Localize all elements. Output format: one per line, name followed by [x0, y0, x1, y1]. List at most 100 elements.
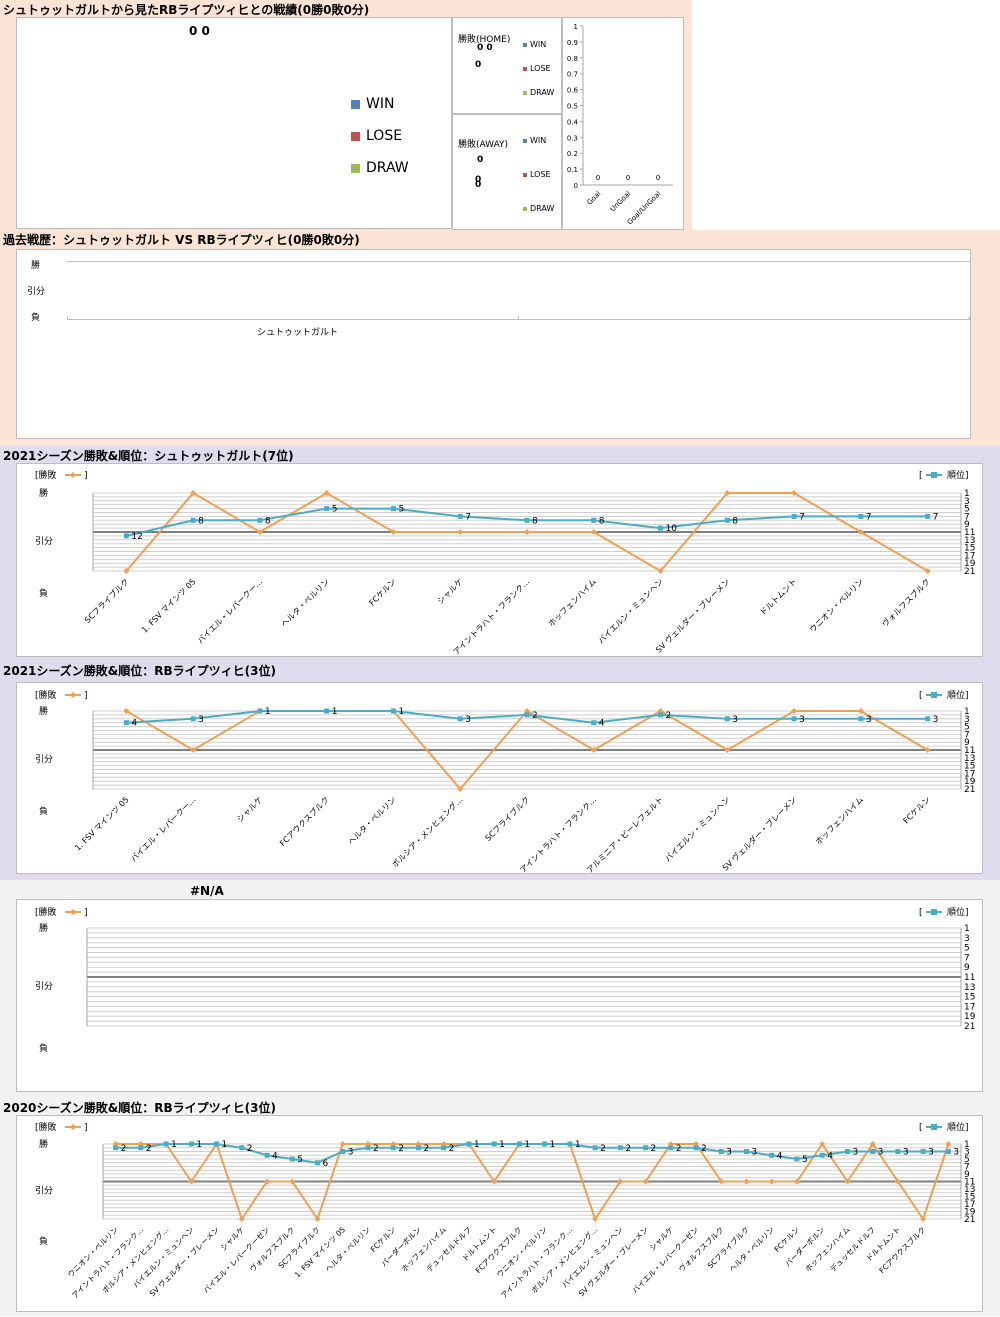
section-title: #N/A — [190, 884, 224, 898]
rank-point — [188, 1141, 194, 1147]
rank-data-label: 1 — [332, 707, 338, 717]
legend-lose: LOSE — [351, 128, 402, 144]
rank-data-label: 2 — [532, 711, 538, 721]
rank-legend-bracket: [ — [919, 908, 923, 918]
leipzig-2020-section: 2020シーズン勝敗&順位：RBライプツィヒ(3位) 1 3 5 7 9 11 13 15 17… — [0, 1098, 1000, 1316]
rank-point — [920, 1149, 926, 1154]
section-title: 2021シーズン勝敗&順位：RBライプツィヒ(3位) — [3, 664, 276, 678]
rank-data-label: 3 — [465, 715, 471, 725]
rank-legend-marker — [931, 1124, 937, 1130]
home-record-panel: 勝敗(HOME) 0 0 0 WIN LOSE DRAW — [452, 17, 562, 114]
rank-point — [524, 712, 530, 718]
rank-point — [123, 533, 129, 539]
rank-legend-bracket: [ — [919, 1123, 923, 1133]
rank-point — [390, 1145, 396, 1151]
win-axis-label: 勝 — [39, 1138, 48, 1150]
lose-marker-icon — [523, 172, 527, 177]
x-category-label: デュッセルドルフ — [828, 1224, 877, 1273]
rank-tick-label: 5 — [964, 944, 970, 954]
x-category-label: FCアウクスブルク — [877, 1224, 928, 1275]
rank-point — [466, 1141, 472, 1147]
rank-data-label: 2 — [449, 1144, 455, 1154]
rank-data-label: 8 — [732, 516, 738, 526]
rank-tick-label: 3 — [964, 934, 970, 944]
rank-data-label: 3 — [928, 1148, 934, 1158]
rank-point — [718, 1149, 724, 1154]
rank-data-label: 1 — [265, 707, 271, 717]
result-legend-label: [勝敗 — [35, 689, 57, 701]
away-value-1: 0 — [477, 155, 484, 165]
leipzig-2020-panel: 1 3 5 7 9 11 13 15 17 19 21 勝引分負 [勝敗][順位] 2 2 1 1 1 2 4 5 6 3 2… — [16, 1115, 983, 1312]
rank-data-label: 5 — [802, 1155, 808, 1165]
rank-legend-bracket: [ — [919, 691, 923, 701]
win-marker-icon — [351, 99, 360, 109]
x-category-label: ヘルタ・ベルリン — [279, 577, 331, 629]
x-category-label: シャルケ — [235, 795, 264, 824]
rank-tick-label: 21 — [964, 1022, 975, 1032]
leipzig-2020-chart: 13579111315171921勝引分負[勝敗][順位]2 2 1 1 1 24 5 63 2… — [35, 1121, 976, 1300]
away-record-panel: 勝敗(AWAY) 0 0 0 WIN LOSE DRAW — [452, 114, 562, 230]
data-label: 0 — [656, 174, 660, 182]
rank-point — [925, 513, 931, 519]
rank-tick-label: 13 — [964, 983, 975, 993]
x-category-label: ヘルタ・ベルリン — [346, 795, 398, 847]
rank-tick-label: 1 — [964, 924, 970, 934]
leipzig-2021-panel: 1 3 5 7 9 11 13 15 17 19 21 勝引分負 [勝敗][順位] 4 3 1 1 1 3 2 4 2 3 3… — [16, 682, 983, 875]
rank-data-label: 3 — [878, 1148, 884, 1158]
rank-tick-label: 15 — [964, 993, 975, 1003]
lose-axis-label: 負 — [39, 805, 48, 817]
result-legend-bracket: ] — [84, 908, 88, 918]
rank-data-label: 1 — [499, 1140, 505, 1150]
win-axis-label: 勝 — [39, 705, 48, 717]
y-tick-label: 0.5 — [567, 103, 578, 111]
history-section: 過去戦歴：シュトゥットガルト VS RBライプツィヒ(0勝0敗0分) 勝 引分 … — [0, 230, 1000, 446]
x-category-label: ヴォルフスブルク — [676, 1224, 725, 1273]
away-value-3: 0 — [475, 180, 482, 190]
x-category-label: FCアウクスブルク — [473, 1224, 524, 1275]
y-tick-label: 1 — [574, 23, 578, 31]
x-category-label: シャルケ — [436, 577, 465, 606]
result-legend-marker — [70, 692, 76, 698]
rank-legend-marker — [931, 909, 937, 915]
rank-point — [791, 513, 797, 519]
history-y-lose: 負 — [31, 313, 41, 323]
x-category-label: ヘルタ・ベルリン — [727, 1225, 776, 1274]
na-section: #N/A 1 3 5 7 9 11 13 15 17 19 21 勝引分負 [勝敗][順位] — [0, 880, 1000, 1098]
x-category-label: ホッフェンハイム — [400, 1225, 449, 1274]
x-category-label: バイエルン・ミュンヘン — [597, 577, 665, 645]
x-category-label: ホッフェンハイム — [547, 577, 598, 628]
y-tick-label: 0 — [574, 182, 578, 190]
rank-point — [567, 1141, 573, 1147]
rank-data-label: 3 — [852, 1148, 858, 1158]
rank-data-label: 6 — [323, 1159, 329, 1169]
rank-point — [190, 517, 196, 523]
data-label: 0 — [626, 174, 630, 182]
result-point — [743, 1178, 750, 1185]
rank-data-label: 8 — [265, 516, 271, 526]
history-tick — [67, 316, 68, 320]
rank-point — [858, 716, 864, 722]
rank-point — [214, 1141, 220, 1147]
stuttgart-2021-section: 2021シーズン勝敗&順位：シュトゥットガルト(7位) 1 3 5 7 9 11 13 15 1… — [0, 446, 1000, 661]
lose-axis-label: 負 — [39, 1042, 48, 1054]
rank-point — [257, 517, 263, 523]
rank-point — [858, 513, 864, 519]
rank-point — [289, 1156, 295, 1162]
legend-win: WIN — [351, 96, 394, 112]
rank-data-label: 8 — [599, 516, 605, 526]
rank-data-label: 1 — [196, 1140, 202, 1150]
history-top-line — [67, 261, 970, 262]
x-tick-label: UnGoal — [609, 190, 633, 214]
lose-axis-label: 負 — [39, 587, 48, 599]
pie-value-label: 0 0 — [189, 24, 210, 38]
away-legend-win: WIN — [523, 136, 546, 145]
rank-point — [457, 716, 463, 722]
rank-data-label: 7 — [799, 512, 805, 522]
win-axis-label: 勝 — [39, 487, 48, 499]
x-category-label: バイエル・レバークー… — [129, 795, 198, 864]
rank-point — [457, 513, 463, 519]
leipzig-2021-chart: 13579111315171921勝引分負[勝敗][順位]4 31 1 13 242 3 3… — [35, 689, 976, 875]
win-marker-icon — [523, 42, 527, 47]
x-category-label: バイエルン・ミュンヘン — [663, 795, 731, 863]
rank-point — [658, 525, 664, 531]
